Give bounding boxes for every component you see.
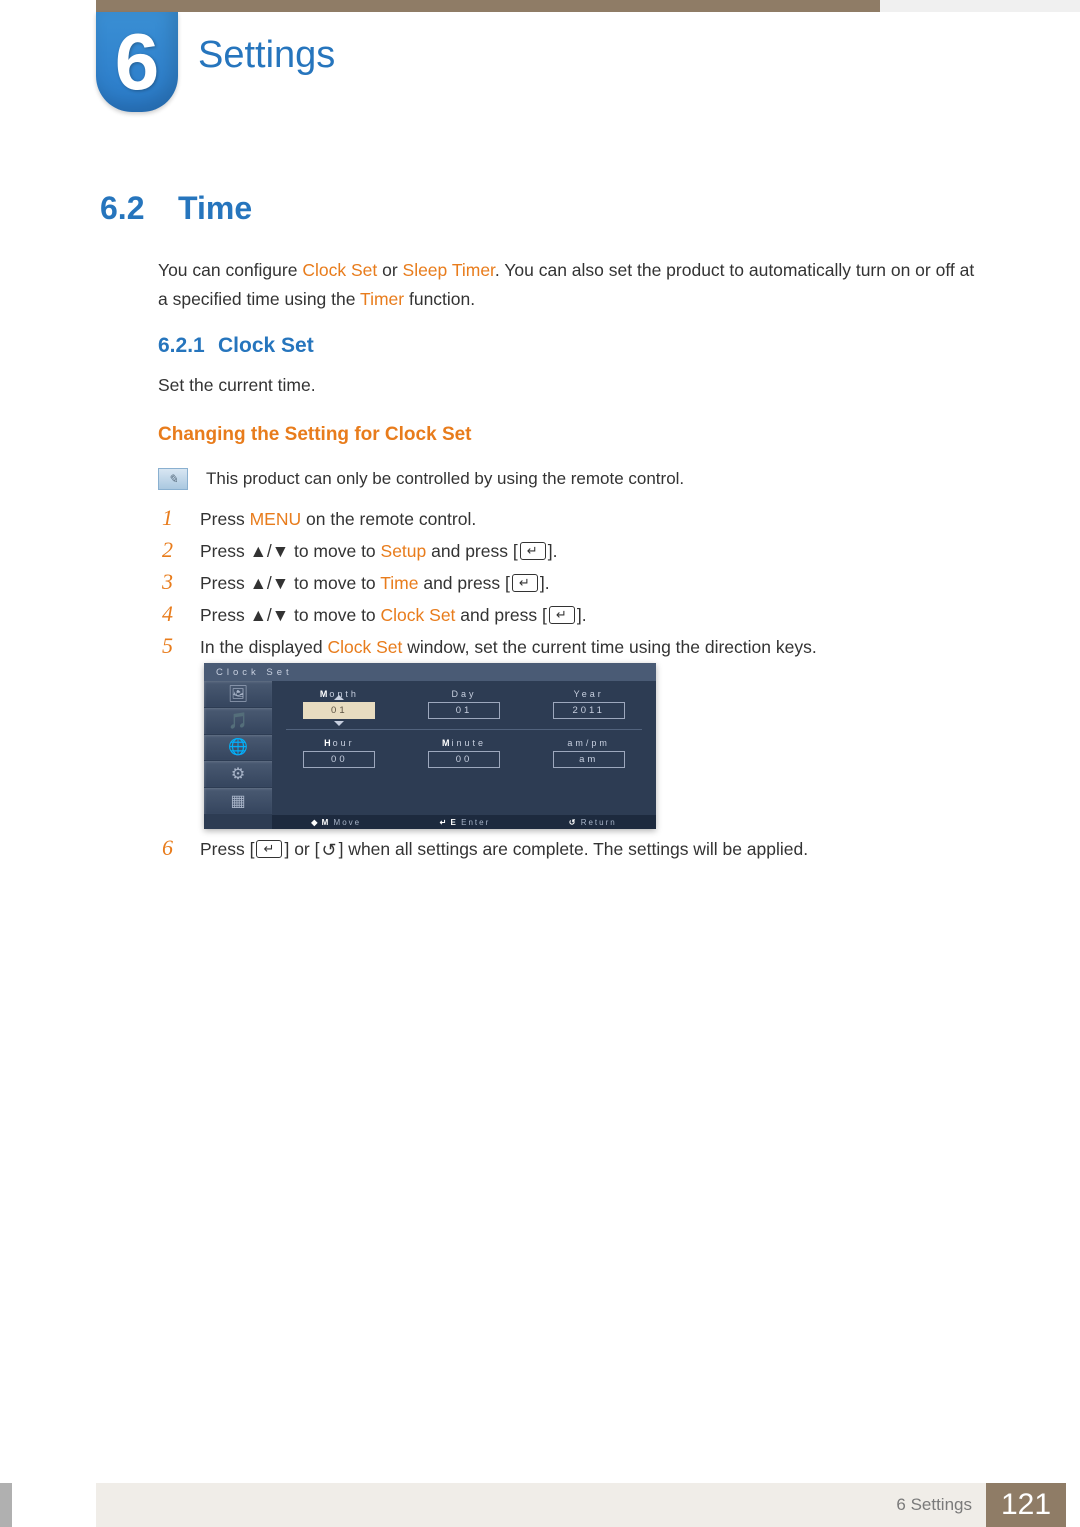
chapter-title: Settings [198,34,335,77]
osd-day-field[interactable]: 01 [428,702,500,719]
down-arrow-icon [334,721,344,726]
osd-title: Clock Set [204,663,656,681]
step-1: 1 Press MENU on the remote control. [162,506,980,532]
section-title: Time [178,190,252,227]
osd-sidebar-multi-icon: ▦ [204,788,272,815]
osd-footer: ◆ M Move ↵ E Enter ↺ Return [272,815,656,829]
page-footer: 6 Settings 121 [0,1483,1080,1527]
enter-icon [256,840,282,858]
footer-crumb: 6 Settings [96,1483,986,1527]
step-4: 4 Press ▲/▼ to move to Clock Set and pre… [162,602,980,628]
intro-paragraph: You can configure Clock Set or Sleep Tim… [158,256,980,314]
step-3: 3 Press ▲/▼ to move to Time and press []… [162,570,980,596]
osd-main: MMonthonth 01 Day 01 Year 2011 Hour 00 [272,681,656,815]
osd-hour-field[interactable]: 00 [303,751,375,768]
enter-icon [512,574,538,592]
note-row: ✎ This product can only be controlled by… [158,468,980,490]
osd-clock-set-panel: Clock Set 🖼 🎵 🌐 ⚙ ▦ MMonthonth 01 Day 01… [204,663,656,829]
up-arrow-icon [334,695,344,700]
osd-sidebar-picture-icon: 🖼 [204,681,272,708]
osd-time-row: Hour 00 Minute 00 am/pm am [286,738,642,768]
osd-year-field[interactable]: 2011 [553,702,625,719]
osd-minute-field[interactable]: 00 [428,751,500,768]
step-5: 5 In the displayed Clock Set window, set… [162,634,980,660]
subsection-number: 6.2.1 [158,334,205,358]
osd-date-row: MMonthonth 01 Day 01 Year 2011 [286,689,642,719]
step-2: 2 Press ▲/▼ to move to Setup and press [… [162,538,980,564]
subsection-desc: Set the current time. [158,375,316,396]
osd-sidebar-network-icon: 🌐 [204,735,272,762]
return-icon: ↺ [321,837,336,864]
note-icon: ✎ [158,468,188,490]
section-number: 6.2 [100,190,144,227]
osd-ampm-field[interactable]: am [553,751,625,768]
enter-icon [549,606,575,624]
note-text: This product can only be controlled by u… [206,469,684,489]
osd-sidebar-sound-icon: 🎵 [204,708,272,735]
chapter-badge: 6 [96,12,178,112]
enter-icon [520,542,546,560]
osd-month-field[interactable]: 01 [303,702,375,719]
step-6: 6 Press [] or [↺] when all settings are … [162,836,980,864]
osd-sidebar: 🖼 🎵 🌐 ⚙ ▦ [204,681,272,815]
subsection-title: Clock Set [218,334,314,358]
page-number: 121 [986,1483,1066,1527]
top-accent-bar [0,0,1080,12]
osd-sidebar-setup-icon: ⚙ [204,761,272,788]
chapter-number: 6 [115,22,160,102]
procedure-title: Changing the Setting for Clock Set [158,424,472,446]
